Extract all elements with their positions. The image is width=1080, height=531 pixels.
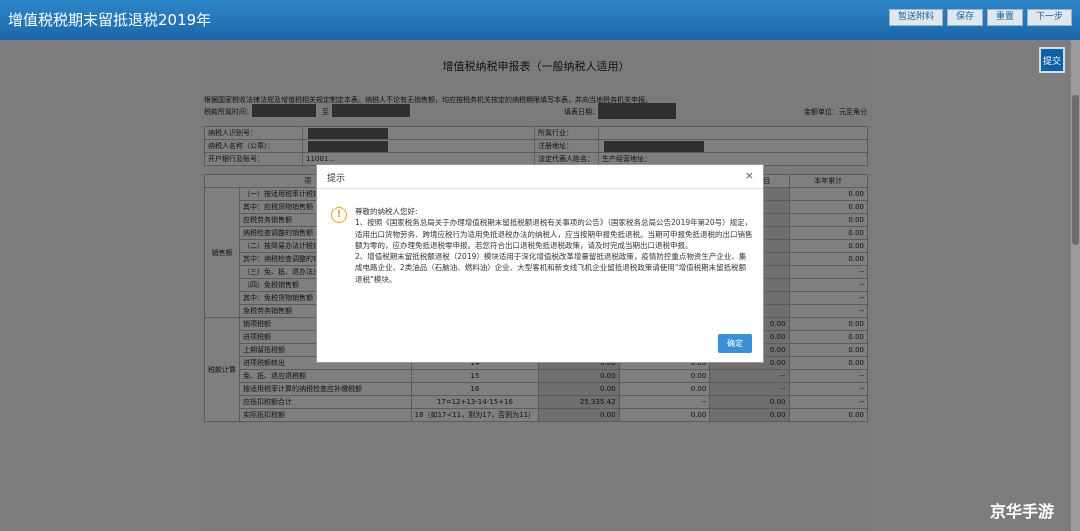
warning-icon: ! [331, 207, 347, 223]
app-title: 增值税税期末留抵退税2019年 [8, 11, 212, 29]
period-to: 至 [322, 108, 329, 116]
row-value-year[interactable]: -- [788, 304, 868, 318]
row-value-year[interactable]: -- [788, 291, 868, 305]
row-item-label: 应抵扣税额合计 [239, 395, 412, 409]
table-row: 应抵扣税额合计 17=12+13-14-15+16 25,335.42 -- 0.00-… [205, 395, 868, 409]
row-value-current[interactable]: 0.00 [538, 369, 620, 383]
section-sales: 销售额 [204, 187, 240, 318]
vertical-scrollbar[interactable] [1071, 40, 1080, 531]
title-bar: 增值税税期末留抵退税2019年 暂送附料 保存 重置 下一步 [0, 0, 1080, 40]
industry-label: 所属行业： [534, 126, 599, 140]
dialog-paragraph-2: 2、增值税期末留抵税额退税（2019）模块适用于深化增值税改革增量留抵退税政策，… [355, 252, 747, 284]
fill-date-label: 填表日期： [564, 108, 599, 116]
amount-unit: 金额单位：元至角分 [804, 108, 867, 116]
close-icon[interactable]: × [745, 169, 754, 182]
taxpayer-name-label: 纳税人名称（公章）： [204, 139, 303, 153]
row-value-refund[interactable]: 0.00 [709, 395, 790, 409]
table-row: 免、抵、退应退税额 15 0.00 0.00 -- -- [205, 369, 868, 383]
dialog-body: 尊敬的纳税人您好: 1、按照《国家税务总局关于办理增值税期末留抵税额退税有关事项… [355, 206, 753, 285]
scrollbar-thumb[interactable] [1072, 95, 1079, 245]
period-label: 税款所属时间： [204, 108, 253, 116]
period-start-redacted [252, 104, 316, 117]
row-value-year[interactable]: 0.00 [788, 343, 868, 357]
row-value-year[interactable]: 0.00 [788, 252, 868, 266]
period-end-redacted [332, 104, 410, 117]
row-value-refund[interactable]: -- [709, 382, 790, 396]
row-value-ytd[interactable]: 0.00 [618, 382, 711, 396]
row-item-label: 按适用税率计算的纳税检查应补缴税额 [239, 382, 412, 396]
col-year-header: 本年累计 [788, 174, 868, 188]
taxpayer-id-label: 纳税人识别号： [204, 126, 303, 140]
row-value-year[interactable]: 0.00 [788, 408, 868, 422]
row-value-year[interactable]: -- [788, 382, 868, 396]
row-value-year[interactable]: 0.00 [788, 213, 868, 227]
bank-label: 开户银行及账号： [204, 152, 303, 166]
submit-side-button[interactable]: 提交 [1039, 47, 1065, 73]
row-value-current[interactable]: 0.00 [538, 382, 620, 396]
temp-save-button[interactable]: 暂送附料 [888, 9, 943, 26]
row-value-year[interactable]: 0.00 [788, 226, 868, 240]
taxpayer-id-value [302, 126, 535, 140]
dialog-greeting: 尊敬的纳税人您好: [355, 207, 418, 216]
taxpayer-name-value [302, 139, 535, 153]
dialog-header: 提示 × [317, 165, 763, 189]
confirm-button[interactable]: 确定 [718, 334, 752, 353]
row-value-year[interactable]: 0.00 [788, 200, 868, 214]
row-value-ytd[interactable]: 0.00 [618, 369, 711, 383]
row-value-ytd[interactable]: -- [618, 395, 711, 409]
dialog-paragraph-1: 1、按照《国家税务总局关于办理增值税期末留抵税额退税有关事项的公告》（国家税务总… [355, 218, 753, 250]
row-value-refund[interactable]: -- [709, 369, 790, 383]
row-value-current[interactable]: 25,335.42 [538, 395, 620, 409]
row-line-number: 18（如17<11，则为17，否则为11） [410, 408, 540, 422]
row-value-year[interactable]: -- [788, 278, 868, 292]
toolbar: 暂送附料 保存 重置 下一步 [888, 9, 1072, 26]
dialog-title: 提示 [327, 174, 346, 184]
fill-date-redacted [598, 103, 676, 119]
row-line-number: 15 [410, 369, 540, 383]
save-button[interactable]: 保存 [946, 9, 983, 26]
row-value-refund[interactable]: 0.00 [709, 408, 790, 422]
row-value-year[interactable]: 0.00 [788, 187, 868, 201]
form-title: 增值税纳税申报表（一般纳税人适用） [442, 60, 630, 73]
watermark-logo: 京华手游 [990, 502, 1055, 521]
row-line-number: 16 [410, 382, 540, 396]
row-line-number: 17=12+13-14-15+16 [410, 395, 540, 409]
next-step-button[interactable]: 下一步 [1026, 9, 1072, 26]
row-value-year[interactable]: -- [788, 395, 868, 409]
taxpayer-info-table: 纳税人识别号： 所属行业： 纳税人名称（公章）： 注册地址： 开户银行及账号： … [204, 126, 868, 166]
row-item-label: 免、抵、退应退税额 [239, 369, 412, 383]
reg-address-value [598, 139, 868, 153]
table-row: 按适用税率计算的纳税检查应补缴税额 16 0.00 0.00 -- -- [205, 382, 868, 396]
row-value-current[interactable]: 0.00 [538, 408, 620, 422]
reg-address-label: 注册地址： [534, 139, 599, 153]
notice-dialog: 提示 × ! 尊敬的纳税人您好: 1、按照《国家税务总局关于办理增值税期末留抵税… [316, 164, 764, 363]
row-value-year[interactable]: -- [788, 369, 868, 383]
table-row: 实际抵扣税额 18（如17<11，则为17，否则为11） 0.00 0.00 0.00 0… [205, 408, 868, 422]
row-value-ytd[interactable]: 0.00 [618, 408, 711, 422]
row-item-label: 实际抵扣税额 [239, 408, 412, 422]
row-value-year[interactable]: -- [788, 265, 868, 279]
row-value-year[interactable]: 0.00 [788, 317, 868, 331]
row-value-year[interactable]: 0.00 [788, 330, 868, 344]
row-value-year[interactable]: 0.00 [788, 239, 868, 253]
section-tax-calc: 税款计算 [204, 317, 240, 422]
industry-value [598, 126, 868, 140]
row-value-year[interactable]: 0.00 [788, 356, 868, 370]
reset-button[interactable]: 重置 [986, 9, 1023, 26]
